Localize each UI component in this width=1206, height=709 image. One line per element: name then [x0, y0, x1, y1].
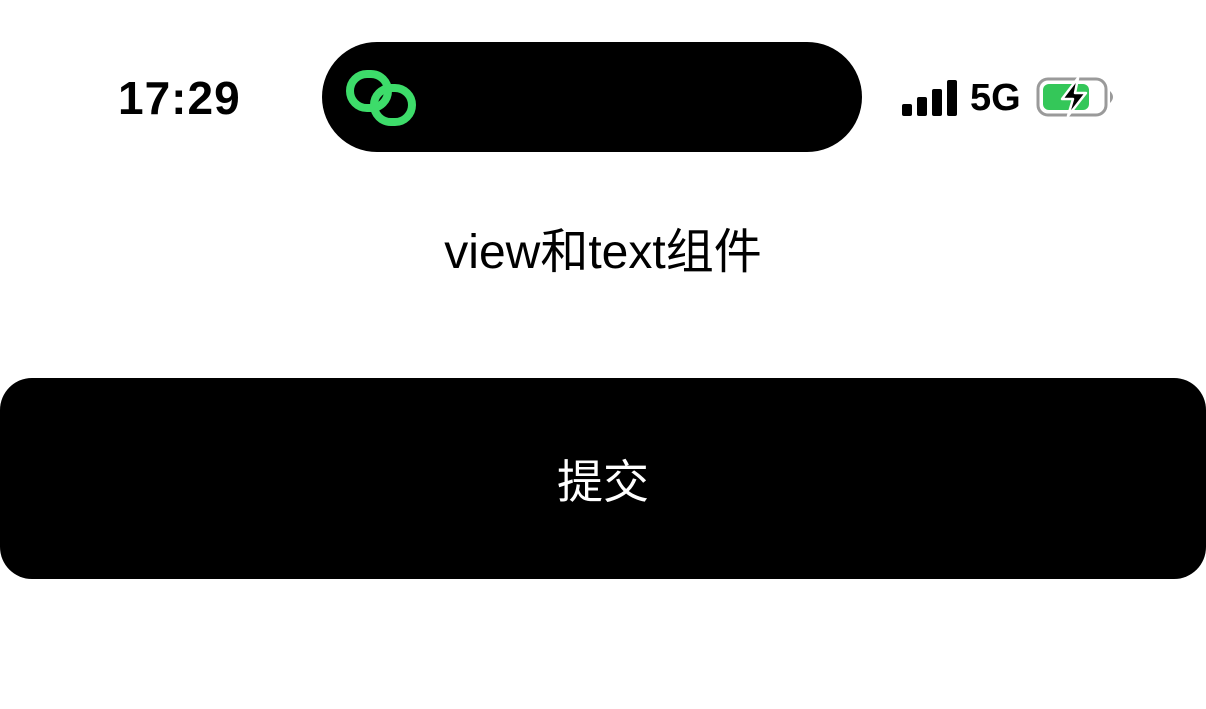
page-title: view和text组件: [444, 226, 762, 279]
status-time: 17:29: [118, 72, 241, 124]
link-icon: [346, 70, 416, 126]
cellular-signal-icon: [902, 80, 957, 116]
network-type-label: 5G: [970, 77, 1021, 119]
battery-charging-icon: [1036, 76, 1113, 118]
phone-screen: 17:29 5G view和text组件 提交: [0, 0, 1206, 709]
submit-button[interactable]: 提交: [0, 378, 1206, 579]
dynamic-island[interactable]: [322, 42, 862, 152]
